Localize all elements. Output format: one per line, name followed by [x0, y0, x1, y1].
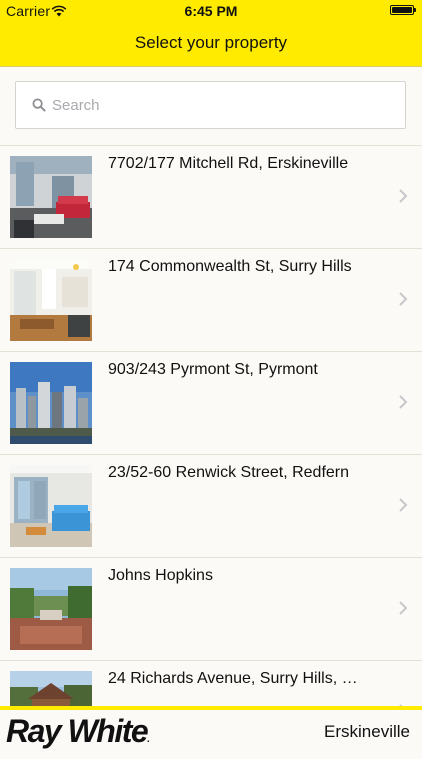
- chevron-right-icon: [398, 600, 408, 616]
- brand-footer: Ray White. Erskineville: [0, 706, 422, 750]
- ray-white-logo: Ray White.: [6, 712, 150, 759]
- property-address: 7702/177 Mitchell Rd, Erskineville: [108, 155, 349, 172]
- property-address: 24 Richards Avenue, Surry Hills, …: [108, 670, 358, 687]
- brand-name: Ray White: [6, 713, 149, 749]
- battery-fill: [392, 7, 412, 13]
- search-icon: [32, 98, 46, 112]
- chevron-right-icon: [398, 188, 408, 204]
- chevron-right-icon: [398, 394, 408, 410]
- property-row[interactable]: 174 Commonwealth St, Surry Hills: [0, 249, 422, 352]
- city-skyline-photo: [10, 362, 92, 444]
- property-row[interactable]: 7702/177 Mitchell Rd, Erskineville: [0, 146, 422, 249]
- property-address: Johns Hopkins: [108, 567, 213, 584]
- search-area: [0, 67, 422, 146]
- status-bar: Carrier 6:45 PM: [0, 0, 422, 22]
- house-exterior-photo: [10, 671, 92, 706]
- office-name: Erskineville: [324, 722, 410, 741]
- property-row[interactable]: Johns Hopkins: [0, 558, 422, 661]
- property-row[interactable]: 903/243 Pyrmont St, Pyrmont: [0, 352, 422, 455]
- property-address: 903/243 Pyrmont St, Pyrmont: [108, 361, 318, 378]
- living-room-balcony-photo: [10, 465, 92, 547]
- property-row[interactable]: 23/52-60 Renwick Street, Redfern: [0, 455, 422, 558]
- apartment-living-room-photo: [10, 156, 92, 238]
- clock: 6:45 PM: [184, 3, 238, 19]
- chevron-right-icon: [398, 291, 408, 307]
- property-row[interactable]: 24 Richards Avenue, Surry Hills, …: [0, 661, 422, 706]
- chevron-right-icon: [398, 497, 408, 513]
- battery-icon: [390, 5, 416, 15]
- property-address: 23/52-60 Renwick Street, Redfern: [108, 464, 350, 481]
- top-header: Carrier 6:45 PM Select your property: [0, 0, 422, 67]
- search-box[interactable]: [15, 81, 406, 129]
- brand-mark: .: [147, 734, 150, 745]
- open-plan-kitchen-photo: [10, 259, 92, 341]
- search-input[interactable]: [52, 82, 392, 128]
- page-title: Select your property: [134, 33, 288, 52]
- garden-courtyard-photo: [10, 568, 92, 650]
- property-address: 174 Commonwealth St, Surry Hills: [108, 258, 352, 275]
- property-list: 7702/177 Mitchell Rd, Erskineville 174 C…: [0, 146, 422, 706]
